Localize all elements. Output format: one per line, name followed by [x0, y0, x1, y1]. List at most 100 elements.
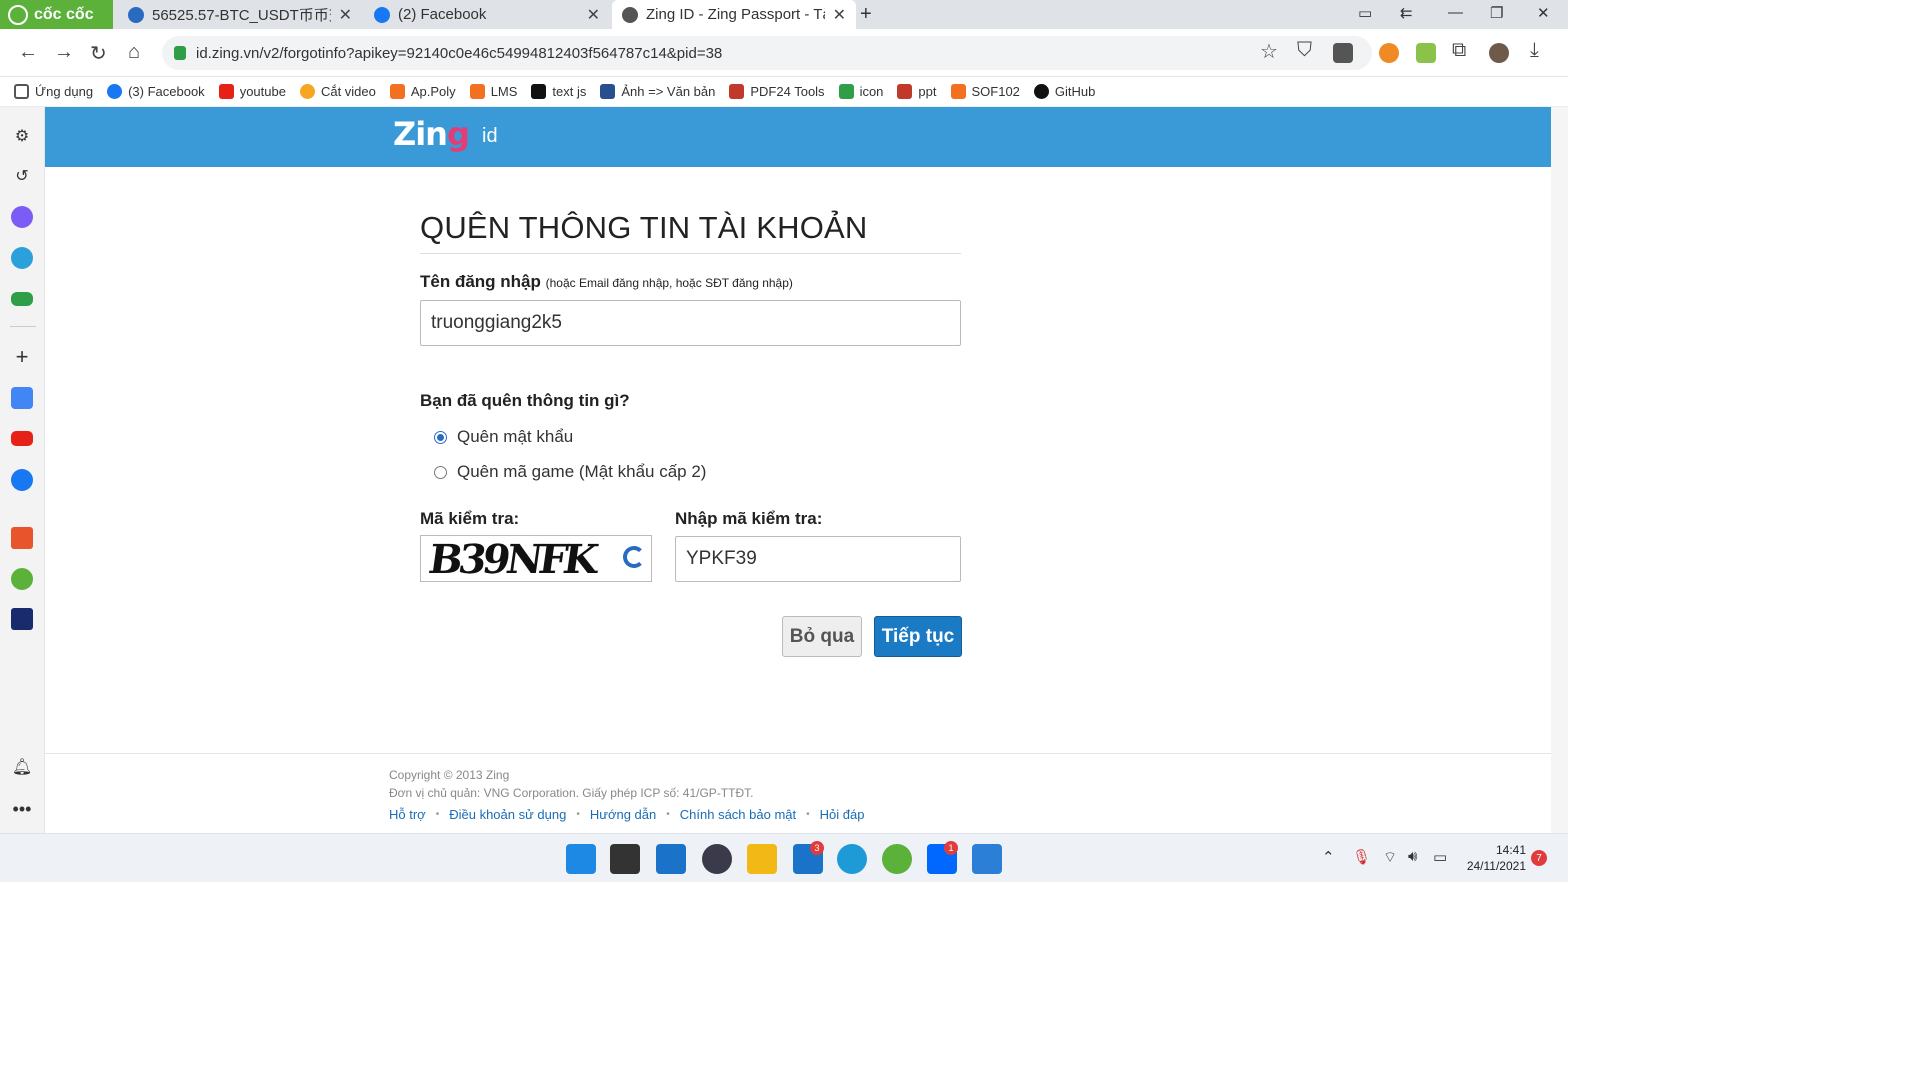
sidebar-toggle-icon[interactable]: ⇇ [1400, 4, 1413, 22]
bookmark-label: Cắt video [320, 84, 376, 99]
telegram-icon[interactable] [11, 247, 33, 269]
bookmark-pdf24[interactable]: PDF24 Tools [729, 84, 825, 99]
game-controller-icon[interactable] [11, 292, 33, 306]
reload-icon[interactable]: ↻ [90, 41, 107, 66]
zing-logo-accent: g [446, 115, 470, 153]
maximize-icon[interactable]: ❐ [1490, 4, 1503, 22]
notification-count-badge[interactable]: 7 [1531, 850, 1547, 866]
username-input[interactable]: truonggiang2k5 [420, 300, 961, 346]
bookmark-label: Ap.Poly [410, 84, 456, 99]
zing-header: Zing id [45, 107, 1551, 167]
coccoc-game-icon[interactable] [11, 568, 33, 590]
file-explorer-icon[interactable] [747, 844, 777, 874]
screenshot-icon[interactable]: ▭ [1358, 4, 1372, 22]
volume-icon[interactable]: 🔊︎ [1408, 848, 1417, 865]
extensions-puzzle-icon[interactable]: ⧉ [1452, 39, 1466, 62]
footer-link-support[interactable]: Hỗ trợ [389, 807, 426, 822]
forward-arrow-icon[interactable]: → [54, 41, 74, 64]
facebook-icon [107, 84, 123, 99]
tab-facebook[interactable]: (2) Facebook ✕ [364, 0, 610, 29]
footer-link-guide[interactable]: Hướng dẫn [590, 807, 656, 822]
widgets-icon[interactable] [656, 844, 686, 874]
download-icon[interactable]: ⤓ [1530, 39, 1539, 62]
address-toolbar: ← → ↻ ⌂ id.zing.vn/v2/forgotinfo?apikey=… [0, 29, 1568, 77]
bookmark-icon[interactable]: icon [838, 84, 883, 99]
bookmark-youtube[interactable]: youtube [218, 84, 286, 99]
more-options-icon[interactable]: ••• [11, 798, 33, 820]
youtube-icon[interactable] [11, 431, 33, 446]
home-icon[interactable]: ⌂ [128, 41, 140, 64]
close-tab-icon[interactable]: ✕ [833, 5, 846, 25]
shield-icon[interactable]: ⛉ [1297, 39, 1312, 62]
bookmark-ocr[interactable]: Ảnh => Văn bản [600, 84, 715, 99]
zing-logo-text: Zing [393, 115, 470, 153]
footer-link-privacy[interactable]: Chính sách bảo mật [680, 807, 796, 822]
bookmark-lms[interactable]: LMS [469, 84, 517, 99]
zing-logo[interactable]: Zing [393, 115, 470, 153]
bookmark-label: text js [552, 84, 587, 99]
skip-button[interactable]: Bỏ qua [782, 616, 862, 657]
history-icon[interactable]: ↺ [11, 165, 33, 187]
page-scrollbar[interactable] [1551, 107, 1568, 833]
back-arrow-icon[interactable]: ← [18, 41, 38, 64]
coccoc-brand-button[interactable]: cốc cốc [0, 0, 113, 29]
bookmarks-bar: Ứng dụng (3) Facebook youtube Cắt video … [0, 77, 1568, 107]
notification-bell-icon[interactable]: 🔔︎ [11, 756, 33, 778]
edge-browser-icon[interactable] [837, 844, 867, 874]
radio-selected-icon[interactable] [434, 430, 447, 444]
bookmark-ppt[interactable]: ppt [897, 84, 937, 99]
windows-start-icon[interactable] [566, 844, 596, 874]
bookmark-apps[interactable]: Ứng dụng [14, 84, 93, 99]
tiki-sale-icon[interactable] [11, 608, 33, 630]
bookmark-ap-poly[interactable]: Ap.Poly [389, 84, 456, 99]
coccoc-browser-icon[interactable] [882, 844, 912, 874]
close-tab-icon[interactable]: ✕ [339, 5, 352, 25]
new-tab-button[interactable]: + [860, 3, 872, 26]
profile-avatar[interactable] [1489, 43, 1509, 63]
shopee-sale-icon[interactable] [11, 527, 33, 549]
night-mode-icon[interactable] [702, 844, 732, 874]
option-forgot-password[interactable]: Quên mật khẩu [434, 427, 573, 447]
captcha-input[interactable]: YPKF39 [675, 536, 961, 582]
zing-id-label: id [482, 125, 498, 147]
bookmark-sof102[interactable]: SOF102 [950, 84, 1020, 99]
facebook-icon[interactable] [11, 469, 33, 491]
system-clock[interactable]: 14:41 24/11/2021 [1462, 842, 1526, 874]
settings-gear-icon[interactable]: ⚙ [11, 125, 33, 147]
add-icon[interactable]: + [11, 344, 33, 369]
download-manager-icon[interactable] [1333, 43, 1353, 63]
bookmark-github[interactable]: GitHub [1033, 84, 1095, 99]
tab-btc-usdt[interactable]: 56525.57-BTC_USDT币币交易 ✕ [118, 0, 362, 29]
bookmark-label: Ứng dụng [35, 84, 94, 99]
wifi-icon[interactable]: ⌔ [1383, 848, 1397, 867]
extension-grid-icon[interactable] [1416, 43, 1436, 63]
bookmark-cat-video[interactable]: Cắt video [299, 84, 376, 99]
close-tab-icon[interactable]: ✕ [587, 5, 600, 25]
messenger-icon[interactable] [11, 206, 33, 228]
browser-tab-bar: cốc cốc 56525.57-BTC_USDT币币交易 ✕ (2) Face… [0, 0, 1568, 29]
close-window-icon[interactable]: ✕ [1537, 4, 1550, 22]
minimize-icon[interactable]: — [1448, 4, 1463, 21]
photos-icon[interactable] [972, 844, 1002, 874]
question-label: Bạn đã quên thông tin gì? [420, 391, 630, 410]
fpt-icon [389, 84, 405, 99]
bookmark-facebook[interactable]: (3) Facebook [107, 84, 205, 99]
tray-chevron-up-icon[interactable]: ⌃ [1322, 848, 1335, 866]
continue-button[interactable]: Tiếp tục [874, 616, 962, 657]
task-view-icon[interactable] [610, 844, 640, 874]
option-forgot-game-code[interactable]: Quên mã game (Mật khẩu cấp 2) [434, 462, 706, 482]
windows-taskbar: 3 1 ⌃ 🎙︎ ⌔ 🔊︎ ▭ 14:41 24/11/2021 7 [0, 833, 1568, 882]
microphone-icon[interactable]: 🎙︎ [1352, 848, 1371, 866]
refresh-captcha-icon[interactable] [623, 546, 645, 568]
bookmark-text-js[interactable]: text js [531, 84, 586, 99]
tab-zing-id[interactable]: Zing ID - Zing Passport - Tài k ✕ [612, 0, 856, 29]
translate-icon[interactable] [11, 387, 33, 409]
radio-empty-icon[interactable] [434, 465, 447, 479]
address-input[interactable]: id.zing.vn/v2/forgotinfo?apikey=92140c0e… [162, 36, 1372, 70]
battery-icon[interactable]: ▭ [1433, 848, 1447, 866]
extension-coccoc-icon[interactable] [1379, 43, 1399, 63]
footer-link-terms[interactable]: Điều khoản sử dụng [449, 807, 566, 822]
footer-link-faq[interactable]: Hỏi đáp [820, 807, 865, 822]
page-footer: Copyright © 2013 Zing Đơn vị chủ quản: V… [45, 753, 1551, 833]
bookmark-star-icon[interactable]: ☆ [1260, 39, 1278, 64]
